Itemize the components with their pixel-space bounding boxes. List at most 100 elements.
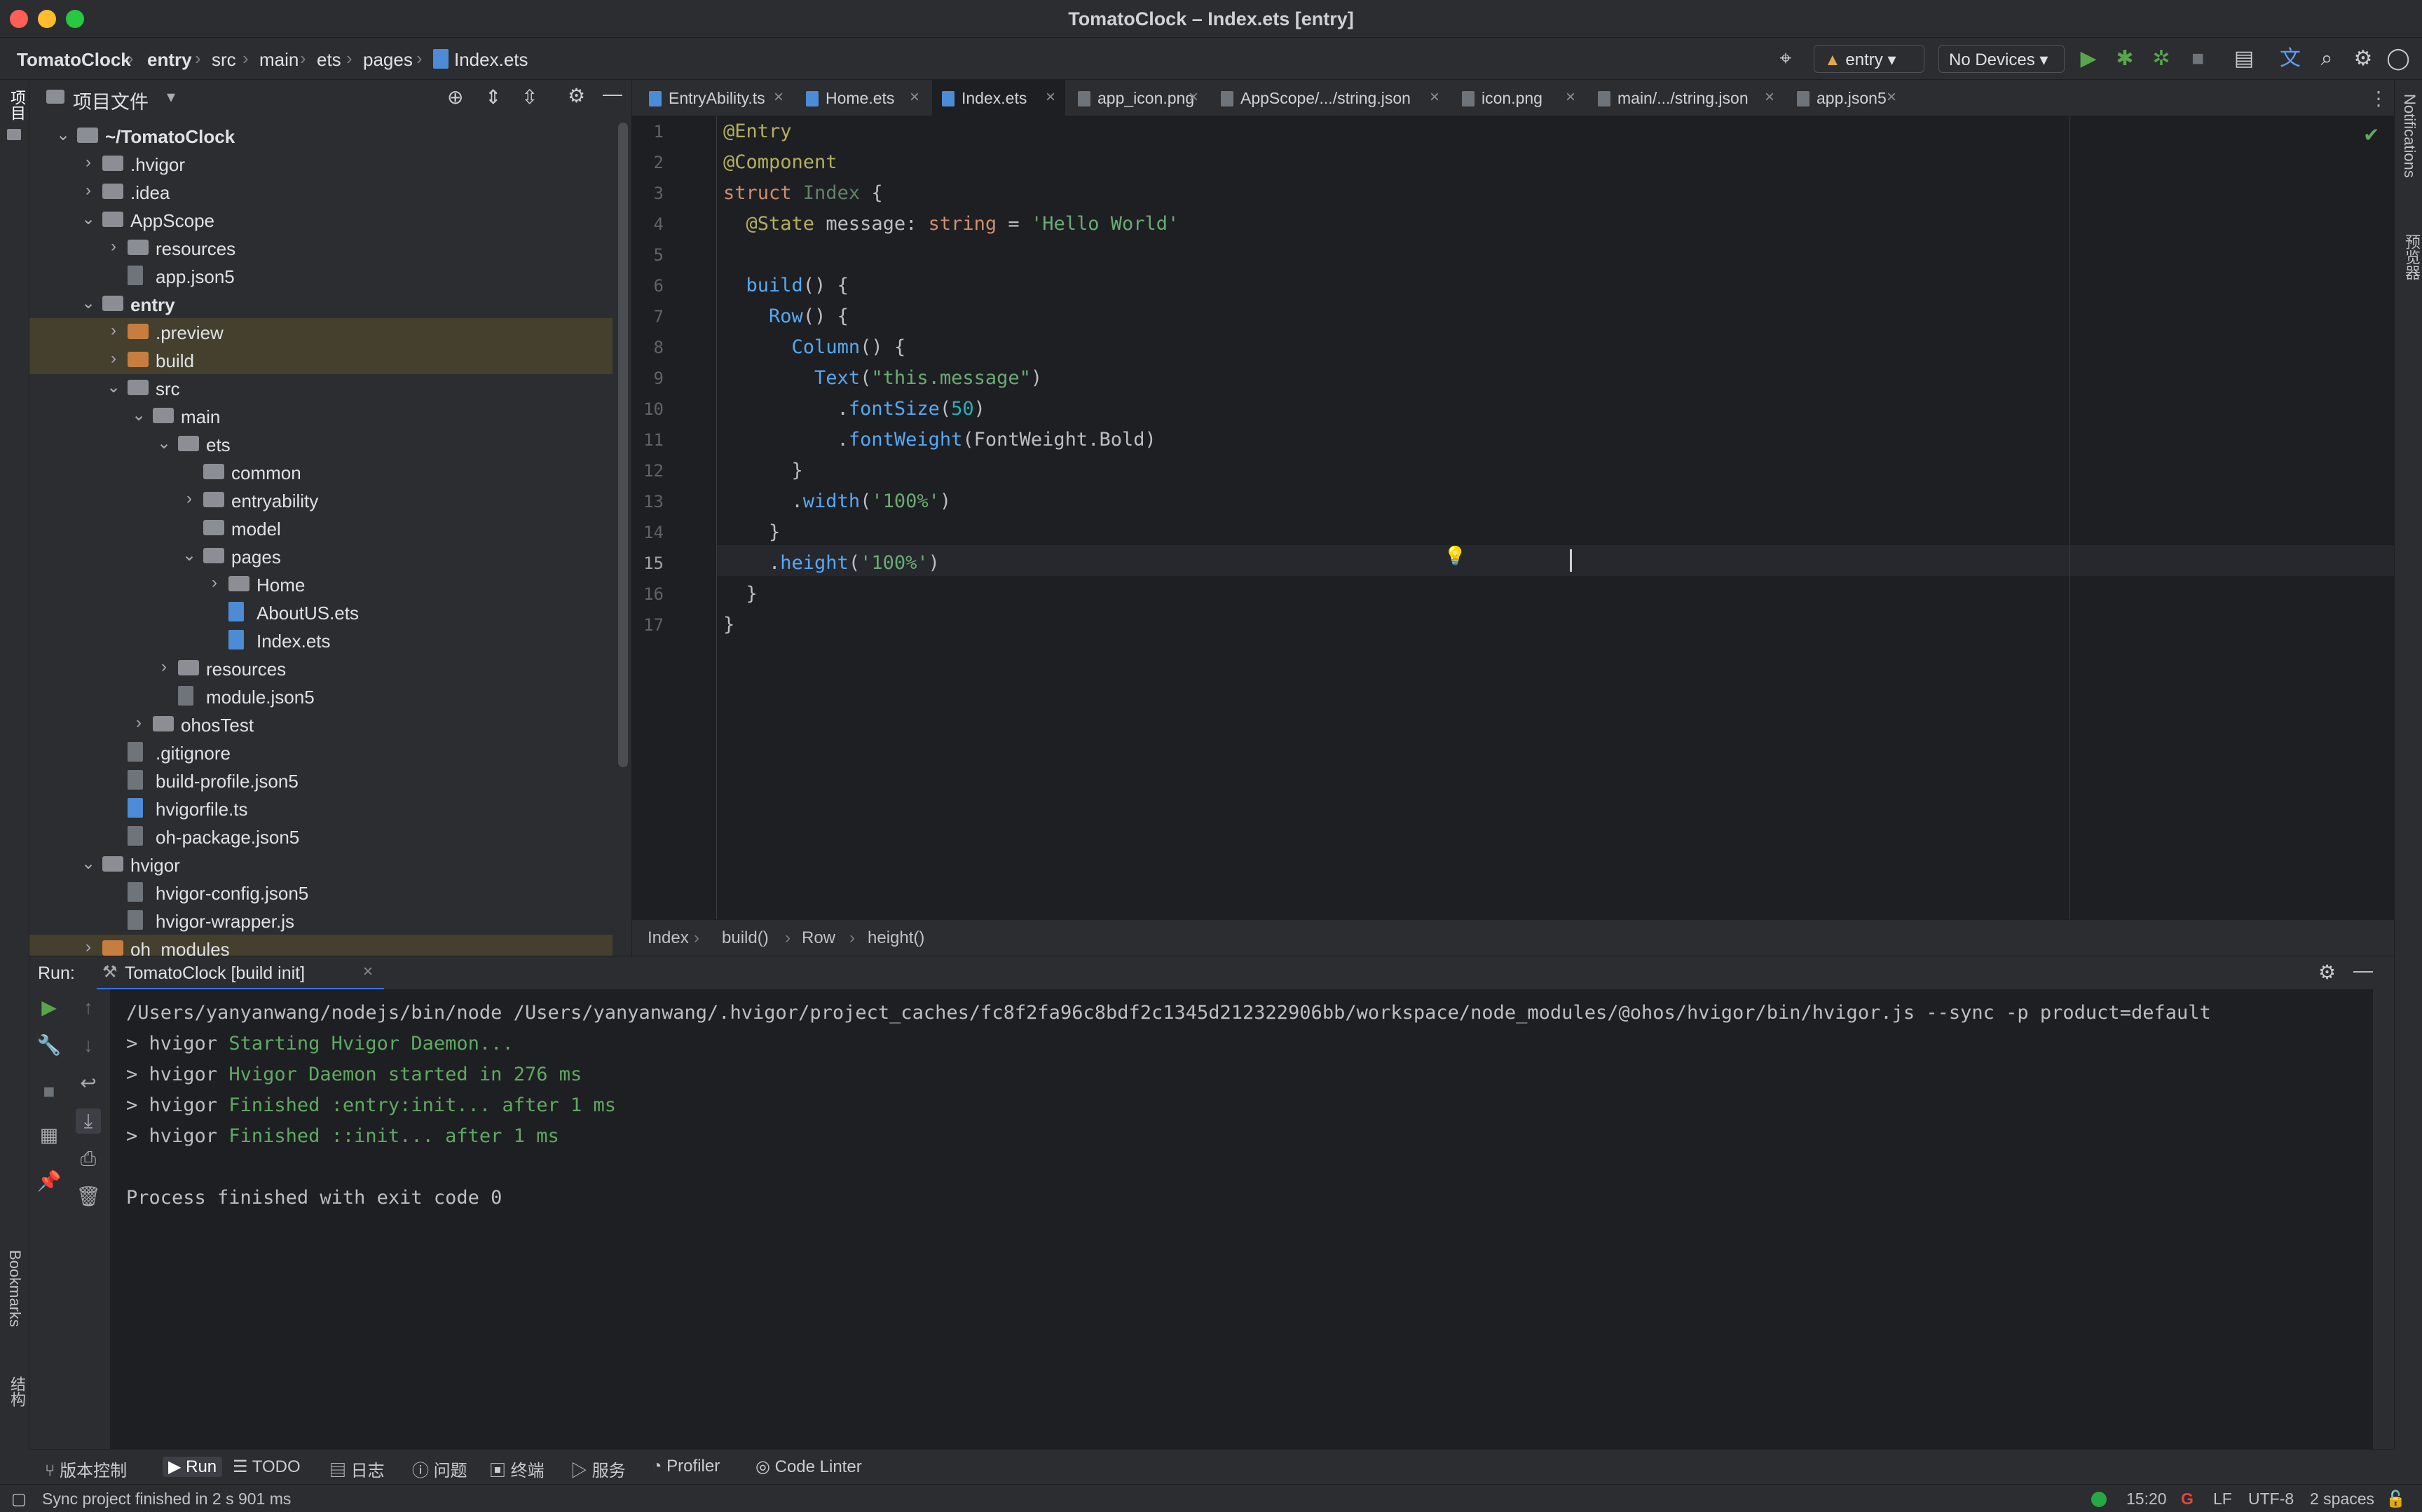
editor-tab[interactable]: main/.../string.json × (1588, 80, 1784, 116)
code-line[interactable]: .fontWeight(FontWeight.Bold) (723, 429, 1156, 451)
tree-item[interactable]: oh-package.json5 (29, 823, 613, 851)
project-structure-icon[interactable]: ▤ (2231, 46, 2257, 71)
close-tab-icon[interactable]: × (1566, 88, 1575, 107)
bottom-tool-9[interactable]: ◎ Code Linter (755, 1457, 862, 1477)
breadcrumb-ets[interactable]: ets (317, 49, 341, 71)
close-tab-icon[interactable]: × (1046, 88, 1055, 107)
structure-tool-button[interactable]: 结构 (6, 1376, 28, 1407)
lightbulb-icon[interactable]: 💡 (1444, 545, 1466, 567)
tree-item[interactable]: › resources (29, 234, 613, 262)
code-line[interactable]: .fontSize(50) (723, 398, 985, 420)
chevron-right-icon[interactable]: › (156, 657, 172, 677)
close-tab-icon[interactable]: × (1189, 88, 1198, 107)
tree-item[interactable]: ⌄ pages (29, 542, 613, 570)
soft-wrap-icon[interactable]: ↩ (76, 1071, 101, 1096)
tree-item[interactable]: › .idea (29, 178, 613, 206)
close-tab-icon[interactable]: × (774, 88, 784, 107)
trash-icon[interactable]: 🗑 (76, 1184, 101, 1209)
tree-item[interactable]: ⌄ ets (29, 430, 613, 458)
chevron-down-icon[interactable]: ⌄ (55, 125, 71, 145)
expand-all-icon[interactable]: ⇕ (485, 85, 501, 109)
account-icon[interactable]: ◯ (2386, 46, 2411, 71)
code-line[interactable]: .width('100%') (723, 490, 952, 512)
code-line[interactable]: } (723, 614, 734, 635)
tree-item[interactable]: ⌄ ~/TomatoClock (29, 122, 613, 150)
search-icon[interactable]: ⌕ (2314, 46, 2339, 71)
tree-item[interactable]: build-profile.json5 (29, 767, 613, 795)
bottom-tool-6[interactable]: ▣ 终端 (489, 1457, 545, 1481)
chevron-down-icon[interactable]: ⌄ (156, 433, 172, 453)
breadcrumb-main[interactable]: main (259, 49, 299, 71)
close-tab-icon[interactable]: × (1765, 88, 1774, 107)
status-ok-icon[interactable] (2091, 1492, 2107, 1507)
code-line[interactable]: @Entry (723, 121, 792, 142)
close-tab-icon[interactable]: × (363, 962, 373, 982)
tree-item[interactable]: common (29, 458, 613, 486)
layout-icon[interactable]: ▦ (36, 1122, 62, 1148)
chevron-down-icon[interactable]: ⌄ (80, 853, 97, 874)
breadcrumb-struct[interactable]: Index (648, 928, 689, 948)
code-line[interactable]: Column() { (723, 336, 906, 358)
tree-item[interactable]: AboutUS.ets (29, 598, 613, 626)
debug-icon[interactable]: ✱ (2112, 46, 2137, 71)
breadcrumb-pages[interactable]: pages (363, 49, 413, 71)
gear-icon[interactable]: ⚙ (2351, 46, 2376, 71)
project-view-title[interactable]: 项目文件 (73, 87, 149, 114)
code-line[interactable]: } (723, 583, 758, 605)
print-icon[interactable]: ⎙ (76, 1146, 101, 1171)
tree-item[interactable]: › .preview (29, 318, 613, 346)
translate-icon[interactable]: 文 (2278, 46, 2303, 71)
rerun-icon[interactable]: ▶ (36, 995, 62, 1020)
code-line[interactable]: } (723, 460, 803, 481)
close-tab-icon[interactable]: × (910, 88, 919, 107)
chevron-right-icon[interactable]: › (105, 349, 122, 369)
breadcrumb-project[interactable]: TomatoClock (17, 49, 131, 71)
tree-item[interactable]: ⌄ main (29, 402, 613, 430)
chevron-down-icon[interactable]: ⌄ (181, 545, 198, 565)
breadcrumb-module[interactable]: entry (147, 49, 192, 71)
stop-icon[interactable]: ■ (36, 1079, 62, 1104)
editor-tab[interactable]: Home.ets × (796, 80, 929, 116)
editor-tab[interactable]: app_icon.png × (1068, 80, 1208, 116)
file-encoding[interactable]: UTF-8 (2248, 1490, 2294, 1508)
lock-icon[interactable]: 🔓 (2386, 1490, 2406, 1508)
chevron-down-icon[interactable]: ⌄ (130, 405, 147, 425)
code-line[interactable]: Text("this.message") (723, 367, 1042, 389)
hide-panel-icon[interactable]: — (2353, 959, 2373, 982)
chevron-right-icon[interactable]: › (130, 713, 147, 733)
breadcrumb-file[interactable]: Index.ets (454, 49, 528, 71)
code-line[interactable]: build() { (723, 275, 849, 296)
tree-item[interactable]: Index.ets (29, 626, 613, 654)
chevron-right-icon[interactable]: › (80, 937, 97, 957)
line-separator[interactable]: LF (2213, 1490, 2232, 1508)
bottom-tool-5[interactable]: ⓘ 问题 (412, 1457, 467, 1481)
code-line[interactable]: .height('100%') (723, 552, 940, 574)
run-console[interactable]: /Users/yanyanwang/nodejs/bin/node /Users… (111, 989, 2373, 1449)
tree-item[interactable]: ⌄ src (29, 374, 613, 402)
tree-item[interactable]: › .hvigor (29, 150, 613, 178)
chevron-down-icon[interactable]: ⌄ (80, 209, 97, 229)
tree-item[interactable]: hvigor-wrapper.js (29, 907, 613, 935)
tree-item[interactable]: › entryability (29, 486, 613, 514)
breadcrumb-method[interactable]: build() (722, 928, 769, 948)
project-tool-button[interactable]: 项目 (6, 90, 28, 121)
code-line[interactable]: @Component (723, 151, 837, 173)
tree-item[interactable]: › Home (29, 570, 613, 598)
stop-icon[interactable]: ■ (2185, 46, 2210, 71)
tree-item[interactable]: model (29, 514, 613, 542)
code-line[interactable]: struct Index { (723, 182, 883, 204)
chevron-down-icon[interactable]: ⌄ (105, 377, 122, 397)
google-icon[interactable]: G (2181, 1490, 2194, 1508)
chevron-down-icon[interactable]: ▾ (167, 87, 175, 107)
chevron-right-icon[interactable]: › (206, 573, 223, 593)
breadcrumb-call[interactable]: height() (868, 928, 924, 948)
tree-item[interactable]: › ohosTest (29, 710, 613, 738)
editor-tab[interactable]: app.json5 × (1787, 80, 1906, 116)
more-tabs-icon[interactable]: ⋮ (2369, 87, 2388, 110)
chevron-right-icon[interactable]: › (105, 237, 122, 256)
chevron-right-icon[interactable]: › (181, 489, 198, 509)
scroll-up-icon[interactable]: ↑ (76, 995, 101, 1020)
tree-item[interactable]: app.json5 (29, 262, 613, 290)
wrench-icon[interactable]: 🔧 (36, 1033, 62, 1058)
tree-item[interactable]: hvigorfile.ts (29, 795, 613, 823)
